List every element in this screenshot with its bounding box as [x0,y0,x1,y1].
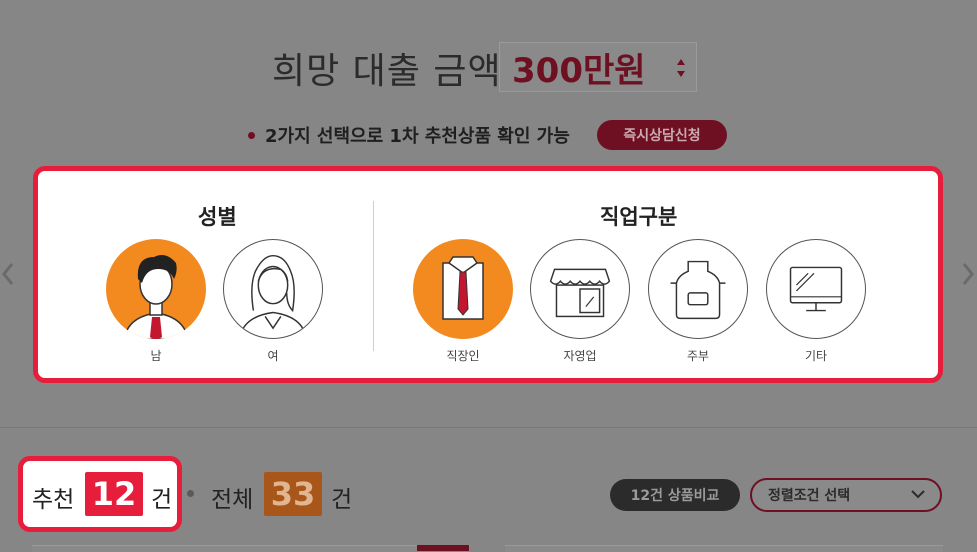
prev-arrow-icon[interactable] [2,262,14,286]
job-option-self-employed[interactable] [530,239,630,339]
job-option-homemaker[interactable] [648,239,748,339]
section-divider [0,427,977,428]
amount-title: 희망 대출 금액 [272,51,502,92]
gender-option-male[interactable] [106,239,206,339]
recommended-count-badge[interactable]: 12 [85,472,143,516]
chevron-down-icon [911,490,925,499]
recommended-label: 추천 [32,487,75,513]
section-divider [373,201,374,351]
shirt-tie-icon [442,256,484,320]
selection-panel: 성별 남 여 직업구분 직장인 자영업 주부 기타 [33,166,943,383]
bullet-icon [248,131,255,139]
job-option-label: 직장인 [446,349,480,363]
option-circle [413,239,513,339]
store-icon [549,268,611,318]
count-unit: 건 [331,487,353,513]
sort-select[interactable]: 정렬조건 선택 [750,478,942,512]
job-option-label: 주부 [686,349,710,363]
option-circle [648,239,748,339]
total-label: 전체 [211,487,254,513]
next-arrow-icon[interactable] [962,262,974,286]
sort-placeholder: 정렬조건 선택 [768,488,851,504]
man-icon [123,255,189,339]
guide-line: 2가지 선택으로 1차 추천상품 확인 가능 [248,122,570,148]
apron-icon [670,260,726,320]
job-option-other[interactable] [766,239,866,339]
job-option-employee[interactable] [413,239,513,339]
option-circle [766,239,866,339]
amount-value: 300만원 [512,50,646,91]
gender-option-label: 남 [150,349,162,363]
total-count-badge[interactable]: 33 [264,472,322,516]
guide-text: 2가지 선택으로 1차 추천상품 확인 가능 [265,126,570,147]
option-circle [530,239,630,339]
option-circle [223,239,323,339]
gender-option-label: 여 [267,349,279,363]
count-unit: 건 [151,487,173,513]
job-option-label: 자영업 [563,349,597,363]
gender-title: 성별 [198,205,237,229]
job-title: 직업구분 [600,205,678,229]
woman-icon [238,254,308,338]
consult-button[interactable]: 즉시상담신청 [597,120,727,150]
job-option-label: 기타 [804,349,828,363]
amount-select[interactable]: 300만원 [499,42,697,92]
stepper-arrows-icon [677,59,685,77]
option-circle [106,239,206,339]
bullet-icon [187,490,194,497]
monitor-icon [789,266,843,312]
card-tag [417,545,469,551]
compare-button[interactable]: 12건 상품비교 [610,479,740,511]
gender-option-female[interactable] [223,239,323,339]
